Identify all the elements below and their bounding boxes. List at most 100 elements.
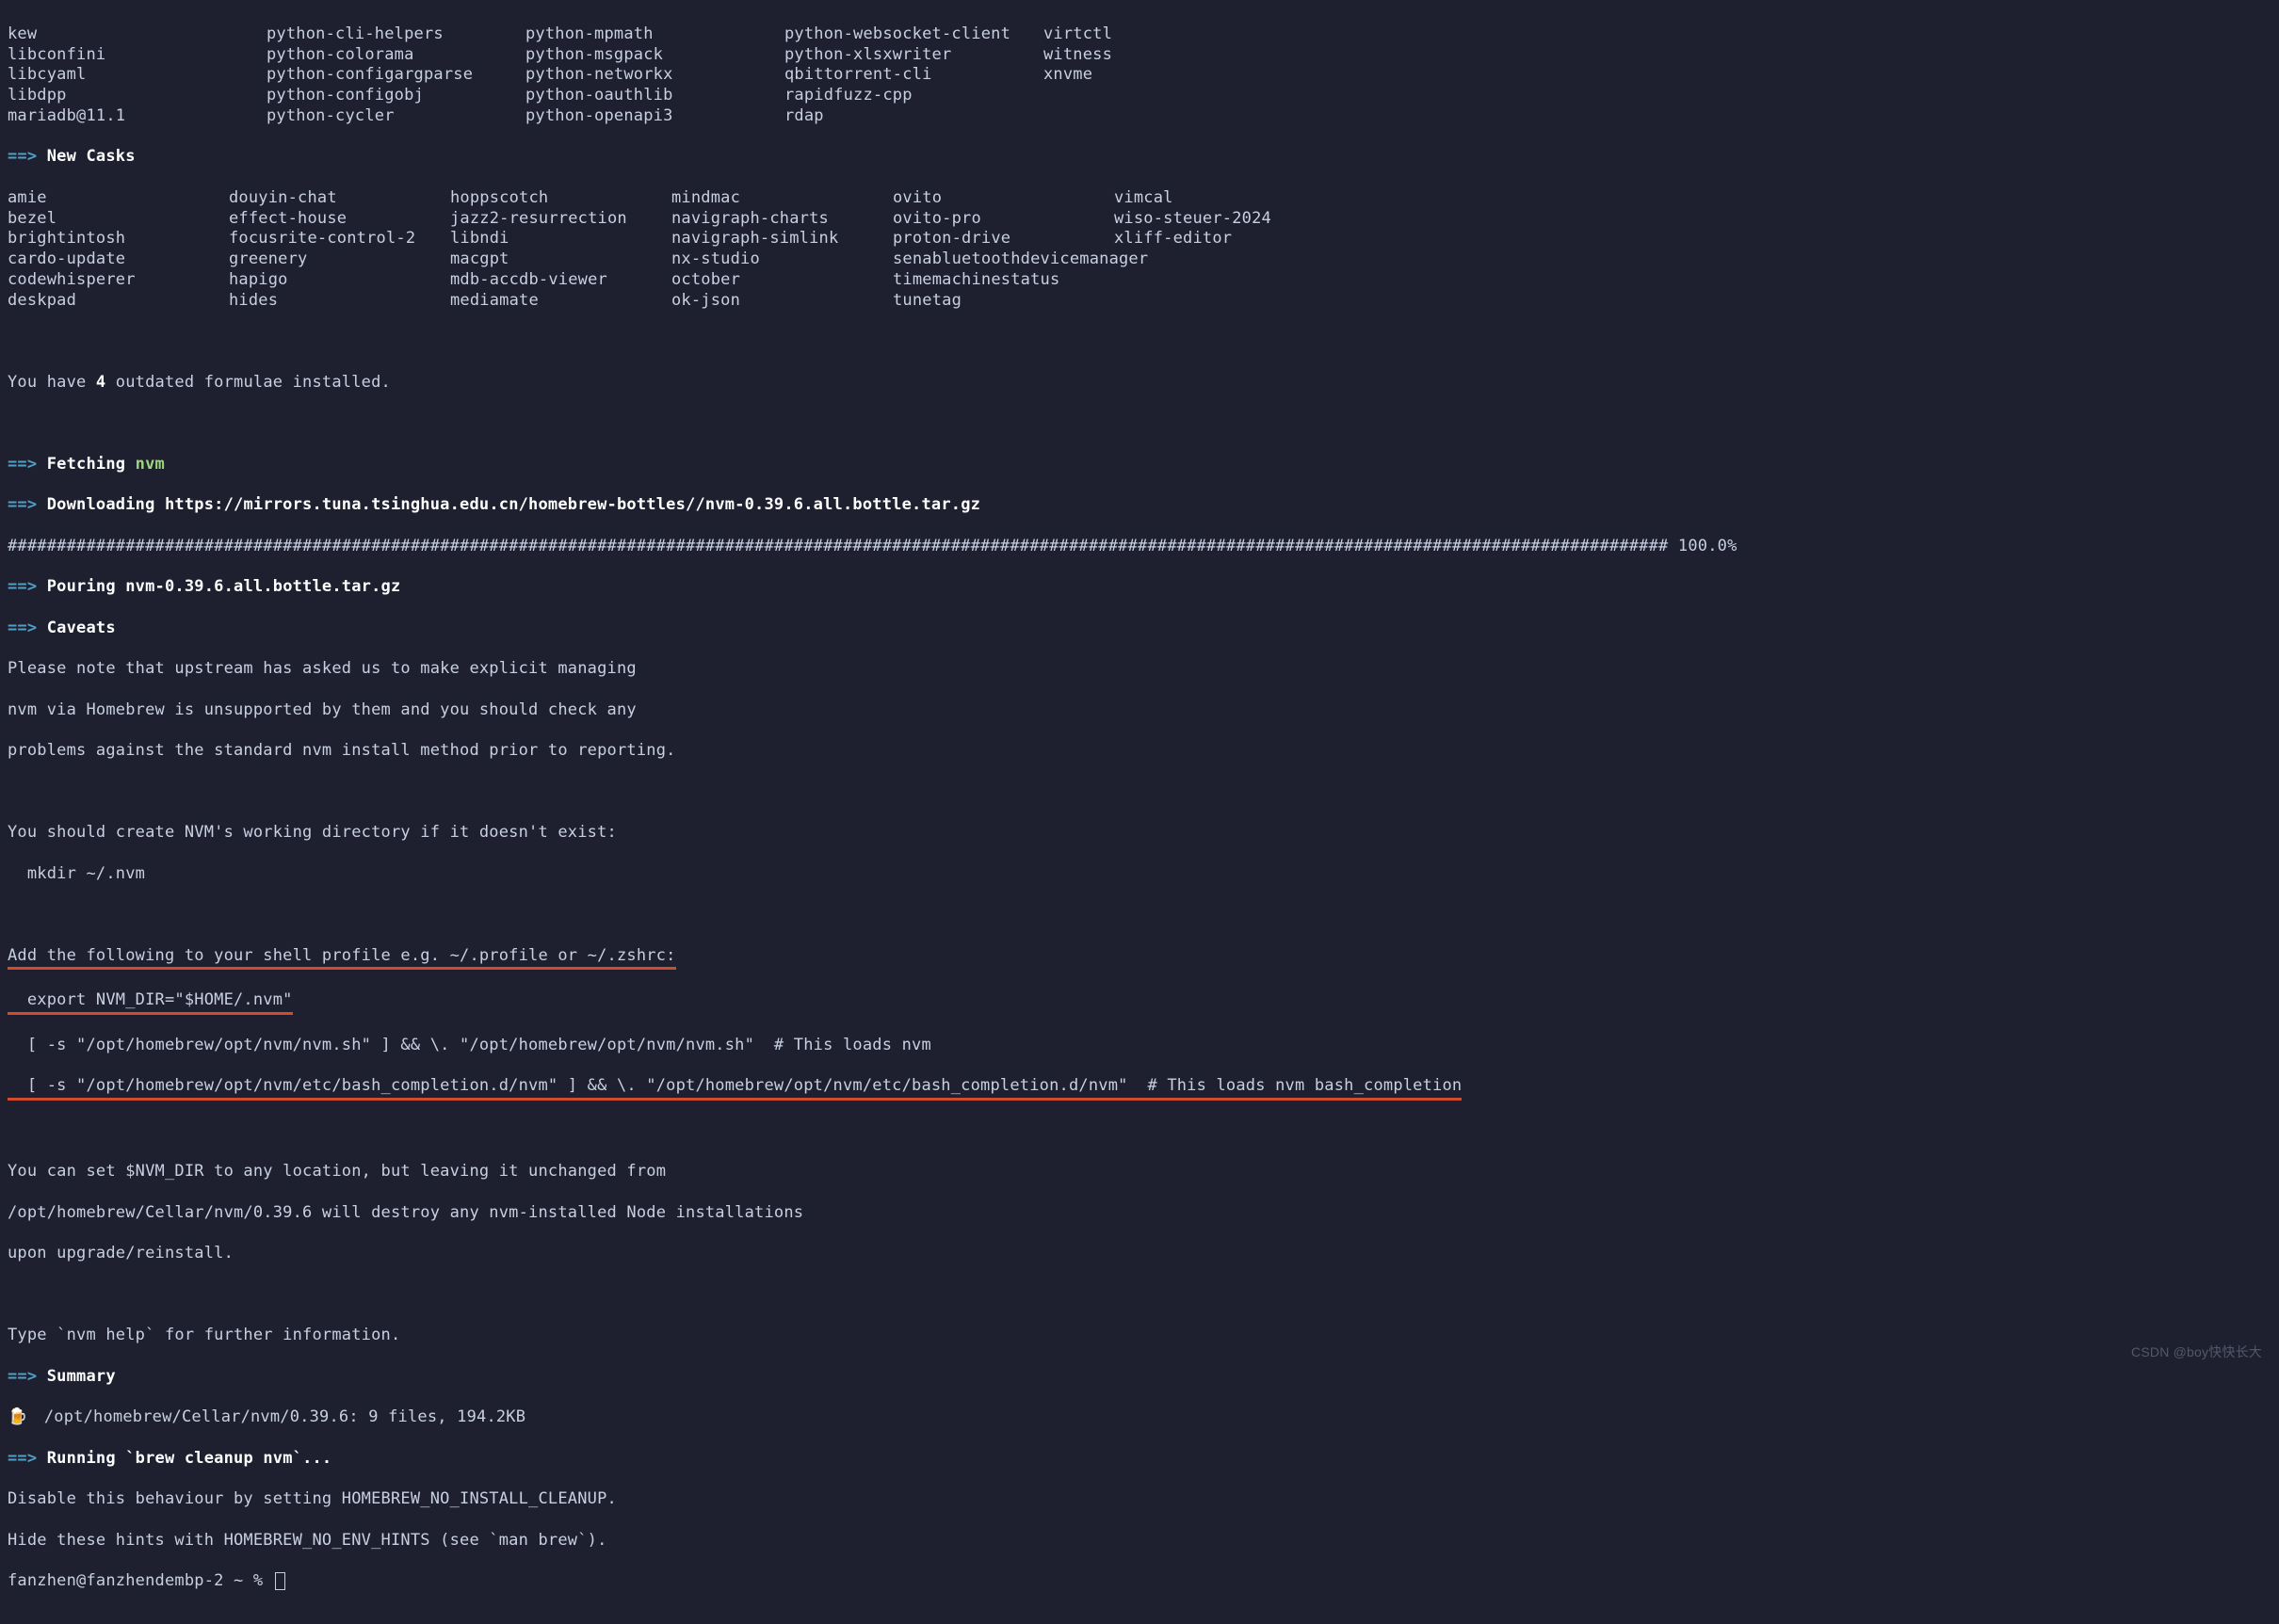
cask-item: mediamate (450, 291, 671, 312)
casks-list: amiedouyin-chathoppscotchmindmacovitovim… (8, 188, 2271, 312)
formula-item: python-oauthlib (525, 86, 784, 106)
cask-item: vimcal (1114, 188, 1335, 209)
formula-item: libconfini (8, 45, 267, 66)
cask-item (1114, 249, 1335, 270)
cask-item: senabluetoothdevicemanager (893, 249, 1114, 270)
cask-item: proton-drive (893, 229, 1114, 249)
cask-item: hapigo (229, 270, 450, 291)
formula-item: xnvme (1043, 65, 1302, 86)
formula-item: libdpp (8, 86, 267, 106)
formula-item (1043, 106, 1302, 127)
cask-item: ok-json (671, 291, 893, 312)
cask-item: brightintosh (8, 229, 229, 249)
cask-item: timemachinestatus (893, 270, 1114, 291)
formula-item: libcyaml (8, 65, 267, 86)
formula-item: rapidfuzz-cpp (784, 86, 1043, 106)
section-arrow: ==> (8, 147, 37, 166)
cask-item (1114, 270, 1335, 291)
cask-item: navigraph-simlink (671, 229, 893, 249)
shell-prompt[interactable]: fanzhen@fanzhendembp-2 ~ % (8, 1571, 2271, 1592)
cleanup-text: Disable this behaviour by setting HOMEBR… (8, 1489, 2271, 1510)
beer-icon: 🍺 (8, 1407, 24, 1428)
cask-item: mindmac (671, 188, 893, 209)
formula-item: python-websocket-client (784, 24, 1043, 45)
cask-item: codewhisperer (8, 270, 229, 291)
caveats-text: Please note that upstream has asked us t… (8, 659, 2271, 680)
cask-item: october (671, 270, 893, 291)
export-line: export NVM_DIR="$HOME/.nvm" (8, 990, 2271, 1015)
casks-heading: New Casks (47, 147, 136, 166)
caveats-text: nvm via Homebrew is unsupported by them … (8, 700, 2271, 721)
cask-item: wiso-steuer-2024 (1114, 209, 1335, 230)
caveats-text: You should create NVM's working director… (8, 823, 2271, 844)
formula-item: python-configobj (267, 86, 525, 106)
formula-item: python-xlsxwriter (784, 45, 1043, 66)
cask-item: focusrite-control-2 (229, 229, 450, 249)
formula-item: python-cycler (267, 106, 525, 127)
cask-item: libndi (450, 229, 671, 249)
formula-item: python-networkx (525, 65, 784, 86)
caveats-text: problems against the standard nvm instal… (8, 741, 2271, 762)
formula-item: mariadb@11.1 (8, 106, 267, 127)
cask-item: bezel (8, 209, 229, 230)
outdated-line: You have 4 outdated formulae installed. (8, 373, 2271, 394)
watermark-text: CSDN @boy快快长大 (2131, 1344, 2262, 1361)
summary-line: 🍺 /opt/homebrew/Cellar/nvm/0.39.6: 9 fil… (8, 1407, 2271, 1428)
downloading-line: ==> Downloading https://mirrors.tuna.tsi… (8, 495, 2271, 516)
blank-line (8, 1285, 2271, 1306)
cask-item: amie (8, 188, 229, 209)
caveats-text: mkdir ~/.nvm (8, 864, 2271, 885)
cask-item: mdb-accdb-viewer (450, 270, 671, 291)
caveats-text: Type `nvm help` for further information. (8, 1326, 2271, 1346)
formula-item (1043, 86, 1302, 106)
cask-item: greenery (229, 249, 450, 270)
formula-item: qbittorrent-cli (784, 65, 1043, 86)
formula-item: python-mpmath (525, 24, 784, 45)
formula-item: rdap (784, 106, 1043, 127)
caveats-text: /opt/homebrew/Cellar/nvm/0.39.6 will des… (8, 1203, 2271, 1224)
caveats-text: You can set $NVM_DIR to any location, bu… (8, 1162, 2271, 1182)
formula-item: witness (1043, 45, 1302, 66)
blank-line (8, 1121, 2271, 1142)
cask-item: ovito-pro (893, 209, 1114, 230)
pouring-line: ==> Pouring nvm-0.39.6.all.bottle.tar.gz (8, 577, 2271, 598)
cask-item: douyin-chat (229, 188, 450, 209)
formula-item: python-configargparse (267, 65, 525, 86)
terminal-output[interactable]: kewpython-cli-helperspython-mpmathpython… (0, 0, 2279, 1624)
formula-item: python-cli-helpers (267, 24, 525, 45)
cask-item: ovito (893, 188, 1114, 209)
cask-item: xliff-editor (1114, 229, 1335, 249)
cask-item: deskpad (8, 291, 229, 312)
cask-item: effect-house (229, 209, 450, 230)
running-line: ==> Running `brew cleanup nvm`... (8, 1449, 2271, 1470)
cask-item: cardo-update (8, 249, 229, 270)
formula-item: python-openapi3 (525, 106, 784, 127)
caveats-text: Add the following to your shell profile … (8, 946, 2271, 971)
cask-item: tunetag (893, 291, 1114, 312)
fetching-line: ==> Fetching nvm (8, 455, 2271, 475)
cask-item: hides (229, 291, 450, 312)
formula-item: python-colorama (267, 45, 525, 66)
load-bash-line: [ -s "/opt/homebrew/opt/nvm/etc/bash_com… (8, 1076, 2271, 1101)
caveats-text: upon upgrade/reinstall. (8, 1244, 2271, 1264)
formula-item: kew (8, 24, 267, 45)
load-nvm-line: [ -s "/opt/homebrew/opt/nvm/nvm.sh" ] &&… (8, 1036, 2271, 1056)
cask-item: nx-studio (671, 249, 893, 270)
cursor-icon (275, 1572, 285, 1590)
caveats-heading: ==> Caveats (8, 619, 2271, 639)
summary-heading: ==> Summary (8, 1367, 2271, 1388)
blank-line (8, 905, 2271, 925)
formulae-list: kewpython-cli-helperspython-mpmathpython… (8, 24, 2271, 127)
formula-item: python-msgpack (525, 45, 784, 66)
cask-item: jazz2-resurrection (450, 209, 671, 230)
blank-line (8, 782, 2271, 803)
cask-item (1114, 291, 1335, 312)
cask-item: hoppscotch (450, 188, 671, 209)
cask-item: macgpt (450, 249, 671, 270)
blank-line (8, 413, 2271, 434)
cleanup-text: Hide these hints with HOMEBREW_NO_ENV_HI… (8, 1531, 2271, 1552)
formula-item: virtctl (1043, 24, 1302, 45)
cask-item: navigraph-charts (671, 209, 893, 230)
blank-line (8, 331, 2271, 352)
progress-bar: ########################################… (8, 537, 2271, 557)
